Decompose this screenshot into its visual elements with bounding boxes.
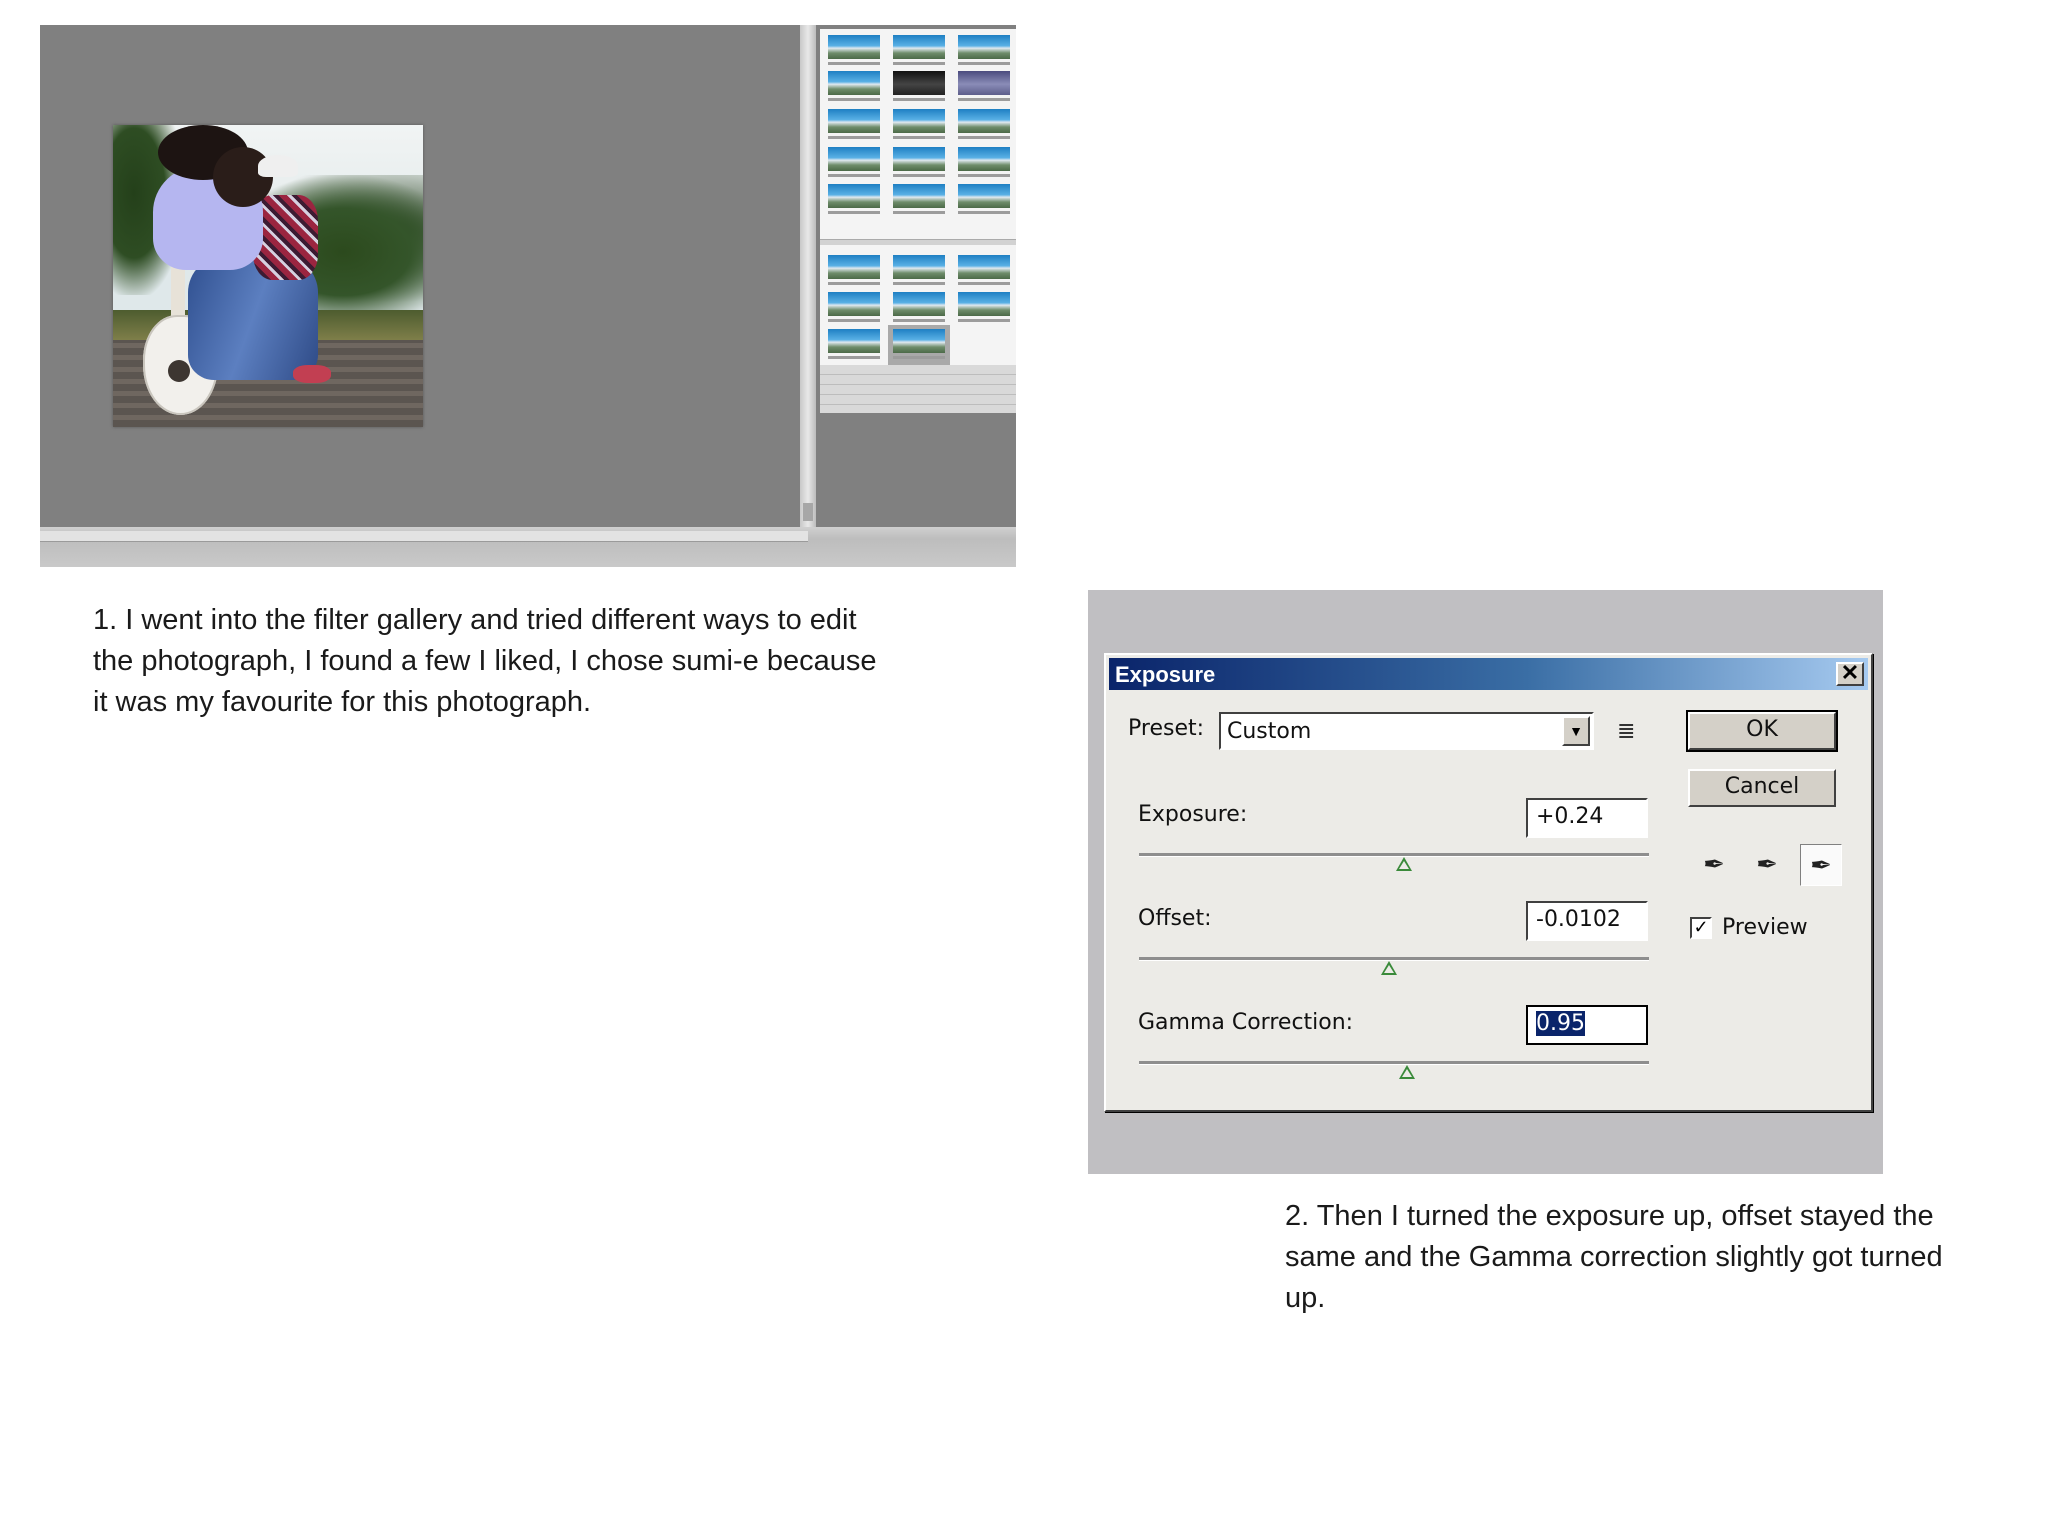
filter-thumbnail[interactable] xyxy=(828,329,880,353)
filter-thumbnail[interactable] xyxy=(893,71,945,95)
exposure-input[interactable]: +0.24 xyxy=(1526,798,1648,838)
scroll-grip-icon[interactable] xyxy=(803,503,813,521)
gamma-slider-thumb[interactable] xyxy=(1398,1065,1415,1079)
filter-thumbnail[interactable] xyxy=(828,147,880,171)
chevron-down-icon[interactable]: ▼ xyxy=(1562,716,1590,746)
close-icon[interactable]: ✕ xyxy=(1836,662,1864,686)
filter-thumbnail[interactable] xyxy=(828,255,880,279)
cancel-button[interactable]: Cancel xyxy=(1688,769,1836,807)
exposure-label: Exposure: xyxy=(1138,802,1248,827)
preview-checkbox[interactable]: ✓ xyxy=(1690,917,1712,939)
filter-category-brush-strokes xyxy=(820,245,1016,365)
filter-gallery-screenshot xyxy=(40,25,1016,567)
filter-category-list[interactable] xyxy=(820,365,1016,413)
caption-step-1: 1. I went into the filter gallery and tr… xyxy=(93,604,877,718)
filter-thumbnail[interactable] xyxy=(828,109,880,133)
preview-canvas xyxy=(40,25,800,527)
horizontal-scrollbar[interactable] xyxy=(40,527,1016,567)
filter-thumbnail[interactable] xyxy=(958,292,1010,316)
filter-thumbnail[interactable] xyxy=(958,255,1010,279)
filter-thumbnail[interactable] xyxy=(893,184,945,208)
offset-slider-thumb[interactable] xyxy=(1380,961,1397,975)
filter-thumbnail[interactable] xyxy=(893,35,945,59)
preset-options-menu-icon[interactable]: ≣ xyxy=(1617,718,1635,744)
filter-thumbnail[interactable] xyxy=(828,71,880,95)
vertical-scrollbar[interactable] xyxy=(800,25,816,527)
filter-thumbnail[interactable] xyxy=(828,35,880,59)
filter-thumbnail[interactable] xyxy=(893,255,945,279)
offset-slider[interactable] xyxy=(1139,957,1649,975)
preview-label: Preview xyxy=(1722,915,1808,940)
caption-step-2: 2. Then I turned the exposure up, offset… xyxy=(1285,1200,1943,1314)
filter-thumbnail[interactable] xyxy=(958,184,1010,208)
filter-thumbnail[interactable] xyxy=(958,35,1010,59)
dialog-title: Exposure xyxy=(1115,662,1216,687)
white-point-eyedropper-icon[interactable]: ✒ xyxy=(1800,844,1842,886)
exposure-dialog-screenshot: Exposure ✕ Preset: Custom ▼ ≣ OK Cancel … xyxy=(1088,590,1883,1174)
gamma-correction-slider[interactable] xyxy=(1139,1061,1649,1079)
filter-thumbnail[interactable] xyxy=(958,109,1010,133)
filter-thumbnail[interactable] xyxy=(958,71,1010,95)
gray-point-eyedropper-icon[interactable]: ✒ xyxy=(1747,844,1787,884)
offset-input[interactable]: -0.0102 xyxy=(1526,901,1648,941)
filter-thumbnail[interactable] xyxy=(958,147,1010,171)
photo-preview xyxy=(113,125,423,427)
gamma-correction-input[interactable]: 0.95 xyxy=(1526,1005,1648,1045)
filter-thumbnails-panel xyxy=(816,25,1016,527)
filter-thumbnail[interactable] xyxy=(828,292,880,316)
exposure-dialog: Exposure ✕ Preset: Custom ▼ ≣ OK Cancel … xyxy=(1104,653,1873,1112)
preset-value: Custom xyxy=(1227,719,1312,744)
filter-thumbnail[interactable] xyxy=(893,292,945,316)
preset-dropdown[interactable]: Custom ▼ xyxy=(1219,712,1594,750)
exposure-slider-thumb[interactable] xyxy=(1396,857,1413,871)
preset-label: Preset: xyxy=(1128,716,1205,741)
filter-category-artistic xyxy=(820,29,1016,239)
ok-button[interactable]: OK xyxy=(1686,710,1838,752)
filter-thumbnail[interactable] xyxy=(893,147,945,171)
gamma-correction-label: Gamma Correction: xyxy=(1138,1010,1354,1035)
filter-thumbnail[interactable] xyxy=(893,109,945,133)
exposure-slider[interactable] xyxy=(1139,853,1649,871)
filter-thumbnail-selected[interactable] xyxy=(893,329,945,353)
black-point-eyedropper-icon[interactable]: ✒ xyxy=(1694,844,1734,884)
filter-thumbnail[interactable] xyxy=(828,184,880,208)
dialog-titlebar: Exposure ✕ xyxy=(1109,658,1868,690)
gamma-correction-value: 0.95 xyxy=(1536,1011,1585,1036)
offset-label: Offset: xyxy=(1138,906,1212,931)
